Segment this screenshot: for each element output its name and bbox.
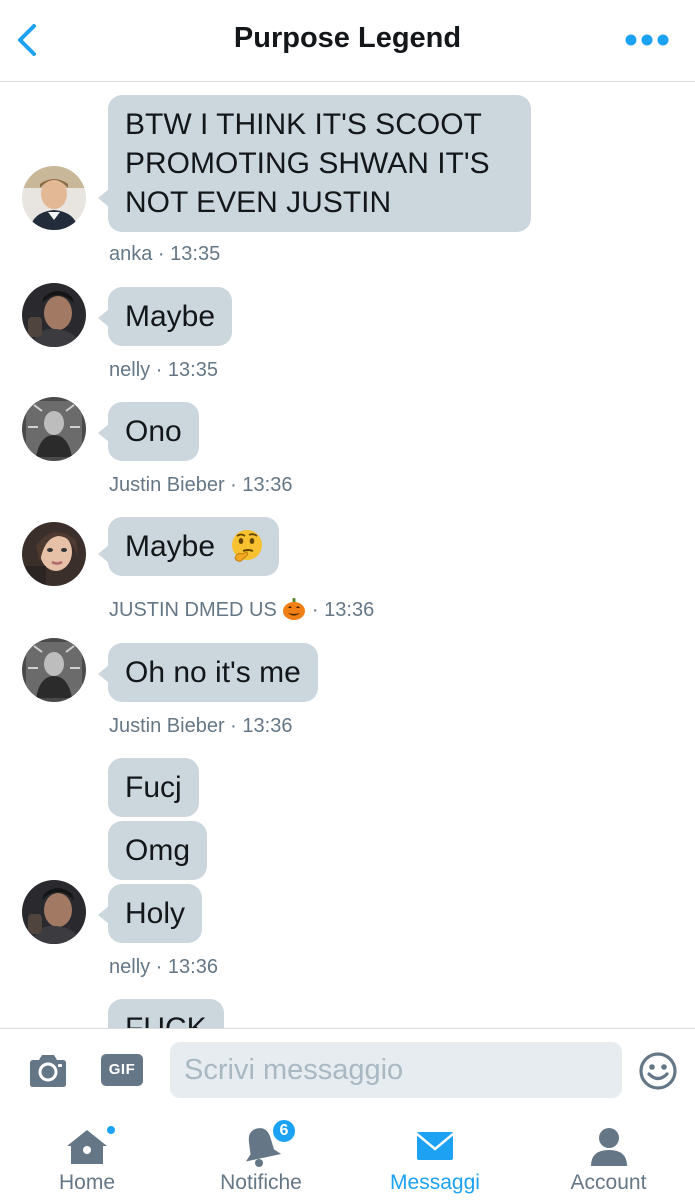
thinking-face-icon [232, 530, 263, 562]
tab-label: Messaggi [390, 1171, 480, 1194]
sender-name: nelly [109, 956, 151, 978]
message-bubble[interactable]: Fucj [108, 758, 199, 817]
bubble-tail [98, 906, 109, 924]
message-bubble[interactable]: Omg [108, 821, 208, 880]
timestamp: 13:36 [167, 956, 218, 978]
tab-label: Home [58, 1171, 116, 1194]
message-text: Maybe [125, 300, 216, 333]
tab-home[interactable]: Home [0, 1112, 174, 1200]
message-text: Holy [125, 897, 186, 930]
more-dots-icon[interactable] [625, 30, 669, 50]
avatar-image [22, 638, 86, 702]
message-text: Maybe [125, 530, 216, 563]
message-meta: nelly · 13:35 [109, 359, 218, 382]
message-bubble[interactable]: Ono [108, 402, 199, 461]
message-meta: anka · 13:35 [109, 243, 220, 266]
person-icon [590, 1128, 627, 1166]
meta-separator: · [150, 956, 168, 978]
tab-bar: Home 6 Notifiche Messaggi Account [0, 1112, 695, 1200]
avatar[interactable] [22, 880, 86, 944]
timestamp: 13:36 [242, 474, 293, 496]
message-bubble[interactable]: FUCK [108, 999, 224, 1028]
timestamp: 13:36 [242, 715, 293, 737]
sender-name: nelly [109, 359, 151, 381]
message-list[interactable]: BTW I THINK IT'S SCOOT PROMOTING SHWAN I… [0, 83, 695, 1028]
message-bubble[interactable]: Holy [108, 884, 203, 943]
message-bubble[interactable]: Maybe [108, 517, 280, 576]
new-content-dot [105, 1124, 117, 1136]
timestamp: 13:35 [170, 243, 221, 265]
message-input[interactable] [170, 1042, 622, 1098]
message-composer: GIF [0, 1028, 695, 1112]
home-icon [67, 1130, 107, 1164]
meta-separator: · [311, 599, 325, 621]
jack-o-lantern-icon [283, 597, 306, 620]
bubble-tail [98, 189, 109, 207]
avatar-image [22, 283, 86, 347]
message-bubble[interactable]: Maybe [108, 287, 233, 346]
message-line: PROMOTING SHWAN IT'S [125, 147, 490, 180]
bubble-tail [98, 665, 109, 683]
conversation-title: Purpose Legend [233, 22, 462, 54]
timestamp: 13:35 [167, 359, 218, 381]
message-meta: Justin Bieber · 13:36 [109, 715, 292, 738]
message-text: Fucj [125, 771, 182, 804]
timestamp: 13:36 [324, 599, 375, 621]
message-meta: nelly · 13:36 [109, 956, 218, 979]
tab-notifications[interactable]: 6 Notifiche [174, 1112, 348, 1200]
message-line: NOT EVEN JUSTIN [125, 186, 392, 219]
camera-icon[interactable] [26, 1051, 70, 1091]
bubble-tail [98, 424, 109, 442]
message-text: Oh no it's me [125, 656, 301, 689]
sender-name: Justin Bieber [109, 715, 225, 737]
avatar-image [22, 166, 86, 230]
bubble-tail [98, 309, 109, 327]
envelope-icon [416, 1132, 454, 1160]
message-line: BTW I THINK IT'S SCOOT [125, 108, 482, 141]
message-text: Ono [125, 415, 182, 448]
sender-name: anka [109, 243, 153, 265]
sender-name: JUSTIN DMED US [109, 599, 277, 621]
message-bubble[interactable]: BTW I THINK IT'S SCOOT PROMOTING SHWAN I… [108, 95, 531, 232]
tab-messages[interactable]: Messaggi [348, 1112, 522, 1200]
tab-label: Notifiche [220, 1171, 302, 1194]
message-meta: JUSTIN DMED US · 13:36 [109, 597, 375, 622]
meta-separator: · [150, 359, 168, 381]
avatar-image [22, 397, 86, 461]
avatar[interactable] [22, 638, 86, 702]
avatar-image [22, 522, 86, 586]
avatar[interactable] [22, 166, 86, 230]
meta-separator: · [224, 715, 243, 737]
meta-separator: · [152, 243, 171, 265]
gif-button[interactable]: GIF [101, 1054, 143, 1086]
meta-separator: · [224, 474, 243, 496]
bubble-tail [98, 545, 109, 563]
message-bubble[interactable]: Oh no it's me [108, 643, 318, 702]
notification-badge: 6 [271, 1118, 297, 1144]
message-meta: Justin Bieber · 13:36 [109, 474, 292, 497]
tab-account[interactable]: Account [522, 1112, 695, 1200]
avatar[interactable] [22, 283, 86, 347]
sender-name: Justin Bieber [109, 474, 225, 496]
avatar-image [22, 880, 86, 944]
message-text: FUCK [125, 1012, 207, 1028]
tab-label: Account [570, 1171, 647, 1194]
avatar[interactable] [22, 397, 86, 461]
smiley-icon[interactable] [638, 1051, 678, 1091]
message-text: Omg [125, 834, 191, 867]
avatar[interactable] [22, 522, 86, 586]
conversation-header: Purpose Legend [0, 0, 695, 82]
